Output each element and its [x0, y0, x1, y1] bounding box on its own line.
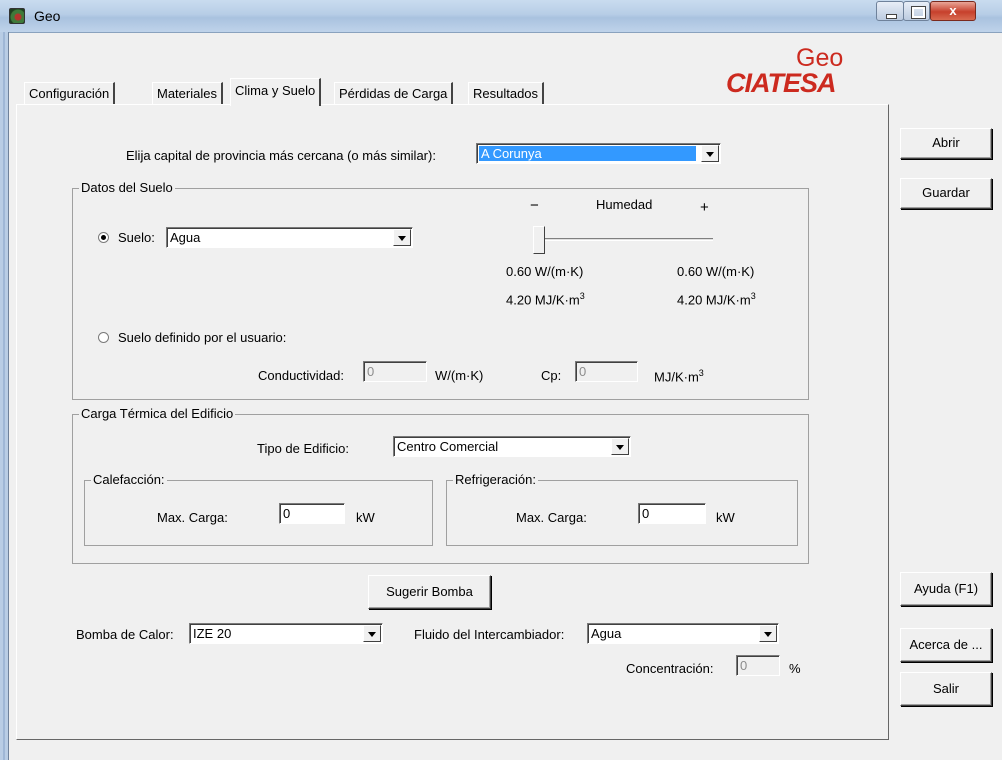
soil-value: Agua [170, 230, 201, 245]
left-cp-value: 4.20 MJ/K·m [506, 292, 580, 308]
tab-perdidas-de-carga[interactable]: Pérdidas de Carga [334, 82, 454, 104]
pump-label: Bomba de Calor: [76, 627, 174, 642]
help-button[interactable]: Ayuda (F1) [900, 572, 992, 606]
about-button[interactable]: Acerca de ... [900, 628, 992, 662]
cooling-group-title: Refrigeración: [453, 472, 538, 487]
load-group-title: Carga Térmica del Edificio [79, 406, 236, 421]
right-conductivity: 0.60 W/(m·K) [677, 264, 755, 279]
humidity-label: Humedad [596, 197, 653, 212]
cp-label: Cp: [541, 368, 562, 383]
conductivity-value: 0 [367, 364, 375, 379]
pump-value: IZE 20 [193, 626, 232, 641]
tab-configuracion[interactable]: Configuración [24, 82, 116, 104]
humidity-slider-thumb[interactable] [533, 226, 545, 254]
heating-group-title: Calefacción: [91, 472, 167, 487]
pump-select[interactable]: IZE 20 [189, 623, 383, 644]
concentration-label: Concentración: [626, 661, 714, 676]
cooling-input[interactable]: 0 [638, 503, 706, 524]
right-cp-exponent: 3 [750, 291, 756, 301]
user-soil-radio[interactable] [98, 332, 109, 343]
cooling-unit: kW [716, 510, 735, 525]
conductivity-field[interactable]: 0 [363, 361, 427, 382]
soil-group-title: Datos del Suelo [79, 180, 175, 195]
maximize-button[interactable] [903, 1, 930, 21]
cp-value: 0 [579, 364, 587, 379]
humidity-minus: − [530, 197, 539, 214]
building-label: Tipo de Edificio: [257, 441, 350, 456]
heating-group: Calefacción: [84, 472, 433, 546]
save-button[interactable]: Guardar [900, 178, 992, 209]
app-icon [9, 8, 25, 24]
chevron-down-icon[interactable] [393, 229, 411, 246]
conductivity-unit: W/(m·K) [435, 368, 484, 383]
right-cp-value: 4.20 MJ/K·m [677, 292, 751, 308]
cp-unit-text: MJ/K·m [654, 369, 699, 385]
minimize-button[interactable] [876, 1, 904, 21]
tab-resultados[interactable]: Resultados [468, 82, 545, 104]
chevron-down-icon[interactable] [701, 145, 719, 162]
fluid-value: Agua [591, 626, 622, 641]
user-soil-label: Suelo definido por el usuario: [118, 330, 287, 345]
open-button[interactable]: Abrir [900, 128, 992, 159]
province-value: A Corunya [479, 146, 696, 161]
window-title: Geo [34, 8, 61, 24]
chevron-down-icon[interactable] [759, 625, 777, 642]
chevron-down-icon[interactable] [611, 438, 629, 455]
province-select[interactable]: A Corunya [476, 143, 721, 164]
logo-ciatesa: CIATESA [726, 68, 837, 98]
building-value: Centro Comercial [397, 439, 499, 454]
right-cp: 4.20 MJ/K·m3 [677, 291, 756, 307]
soil-select[interactable]: Agua [166, 227, 413, 248]
heating-value: 0 [283, 506, 291, 521]
chevron-down-icon[interactable] [363, 625, 381, 642]
suggest-pump-button[interactable]: Sugerir Bomba [368, 575, 491, 609]
fluid-select[interactable]: Agua [587, 623, 779, 644]
title-bar: Geo x [0, 0, 1002, 33]
heating-label: Max. Carga: [157, 510, 228, 525]
fluid-label: Fluido del Intercambiador: [414, 627, 565, 642]
cooling-label: Max. Carga: [516, 510, 587, 525]
province-label: Elija capital de provincia más cercana (… [126, 148, 436, 163]
heating-unit: kW [356, 510, 375, 525]
close-button[interactable]: x [930, 1, 976, 21]
heating-input[interactable]: 0 [279, 503, 345, 524]
concentration-value: 0 [740, 658, 748, 673]
cp-unit: MJ/K·m3 [654, 368, 704, 384]
window-frame [0, 32, 9, 760]
cp-unit-exponent: 3 [698, 368, 704, 378]
building-select[interactable]: Centro Comercial [393, 436, 631, 457]
soil-label: Suelo: [118, 230, 155, 245]
cp-field[interactable]: 0 [575, 361, 638, 382]
concentration-field[interactable]: 0 [736, 655, 780, 676]
close-icon: x [949, 3, 957, 18]
left-cp: 4.20 MJ/K·m3 [506, 291, 585, 307]
humidity-slider-track[interactable] [533, 238, 713, 241]
left-conductivity: 0.60 W/(m·K) [506, 264, 584, 279]
soil-radio[interactable] [98, 232, 109, 243]
humidity-plus: + [700, 199, 709, 216]
cooling-value: 0 [642, 506, 650, 521]
concentration-unit: % [789, 661, 801, 676]
conductivity-label: Conductividad: [258, 368, 344, 383]
tab-clima-y-suelo[interactable]: Clima y Suelo [230, 78, 322, 106]
cooling-group: Refrigeración: [446, 472, 798, 546]
tab-materiales[interactable]: Materiales [152, 82, 223, 104]
exit-button[interactable]: Salir [900, 672, 992, 706]
left-cp-exponent: 3 [579, 291, 585, 301]
